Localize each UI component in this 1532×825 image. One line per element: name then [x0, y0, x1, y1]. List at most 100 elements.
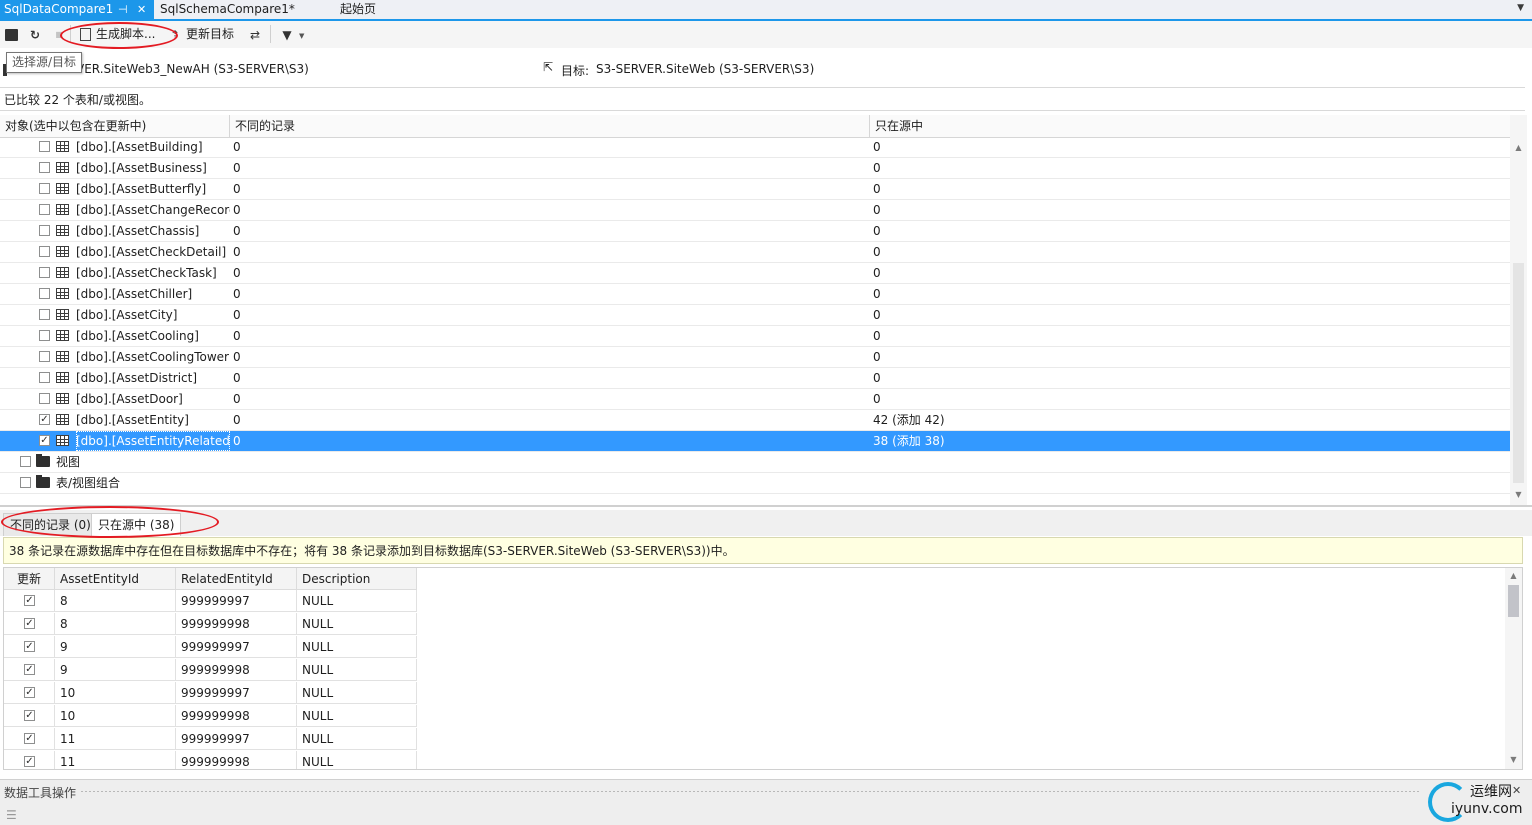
update-checkbox[interactable]: ✓ [24, 664, 35, 675]
update-checkbox[interactable]: ✓ [24, 641, 35, 652]
scroll-thumb[interactable] [1513, 263, 1524, 483]
include-checkbox[interactable] [20, 477, 31, 488]
table-icon [56, 225, 69, 236]
update-checkbox[interactable]: ✓ [24, 756, 35, 767]
refresh-button[interactable]: ↻ [28, 25, 42, 43]
object-row[interactable]: [dbo].[AssetCheckDetail] 0 0 [0, 242, 1510, 263]
assetentityid-cell: 10 [55, 705, 176, 727]
toolbar-separator [270, 25, 271, 43]
table-icon [56, 204, 69, 215]
scroll-down-icon[interactable]: ▼ [1505, 755, 1522, 764]
scroll-up-icon[interactable]: ▲ [1505, 571, 1522, 580]
include-checkbox[interactable] [39, 204, 50, 215]
record-row[interactable]: ✓ 11 999999997 NULL [4, 728, 417, 751]
object-row[interactable]: [dbo].[AssetCoolingTower] 0 0 [0, 347, 1510, 368]
source-target-bar: VER.SiteWeb3_NewAH (S3-SERVER\S3) ⇱ 目标: … [0, 58, 1532, 82]
include-checkbox[interactable]: ✓ [39, 414, 50, 425]
swap-icon: ⇄ [249, 27, 261, 42]
update-checkbox[interactable]: ✓ [24, 687, 35, 698]
source-database-name: VER.SiteWeb3_NewAH (S3-SERVER\S3) [76, 62, 309, 76]
update-checkbox[interactable]: ✓ [24, 618, 35, 629]
object-grid-scrollbar[interactable]: ▲ ▼ [1510, 115, 1527, 505]
record-row[interactable]: ✓ 9 999999998 NULL [4, 659, 417, 682]
different-records-count: 0 [233, 308, 241, 322]
chevron-down-icon[interactable]: ▼ [1517, 3, 1524, 13]
object-row[interactable]: [dbo].[AssetButterfly] 0 0 [0, 179, 1510, 200]
include-checkbox[interactable] [39, 141, 50, 152]
annotation-oval-result-tabs [1, 506, 219, 538]
table-icon [56, 414, 69, 425]
scroll-thumb[interactable] [1508, 585, 1519, 617]
relatedentityid-cell: 999999998 [176, 751, 297, 769]
filter-button[interactable]: ▼ ▼ [280, 25, 304, 43]
update-cell: ✓ [4, 682, 55, 704]
compare-toolbar: ↻ ■ 生成脚本... ⇡ 更新目标 ⇄ ▼ ▼ [0, 21, 1532, 48]
include-checkbox[interactable] [39, 267, 50, 278]
close-icon[interactable]: ✕ [1512, 784, 1521, 797]
tab-sqldatacompare1[interactable]: SqlDataCompare1 ⊣ ✕ [0, 0, 154, 19]
object-name: [dbo].[AssetDistrict] [76, 371, 198, 385]
column-header-update[interactable]: 更新 [4, 568, 55, 590]
object-row[interactable]: [dbo].[AssetChassis] 0 0 [0, 221, 1510, 242]
folder-icon [36, 454, 50, 467]
switch-source-target-button[interactable]: ⇄ [248, 25, 262, 43]
select-source-target-button[interactable] [5, 25, 18, 43]
object-row[interactable]: [dbo].[AssetBuilding] 0 0 [0, 137, 1510, 158]
object-row[interactable]: [dbo].[AssetCooling] 0 0 [0, 326, 1510, 347]
scroll-down-icon[interactable]: ▼ [1510, 490, 1527, 499]
object-row[interactable]: [dbo].[AssetCity] 0 0 [0, 305, 1510, 326]
column-header-different-records[interactable]: 不同的记录 [230, 115, 870, 137]
scroll-up-icon[interactable]: ▲ [1510, 143, 1527, 152]
update-checkbox[interactable]: ✓ [24, 710, 35, 721]
object-row[interactable]: [dbo].[AssetBusiness] 0 0 [0, 158, 1510, 179]
include-checkbox[interactable] [39, 162, 50, 173]
relatedentityid-cell: 999999997 [176, 682, 297, 704]
include-checkbox[interactable]: ✓ [39, 435, 50, 446]
splitter[interactable] [0, 505, 1532, 507]
column-header-object[interactable]: 对象(选中以包含在更新中) [0, 115, 230, 137]
close-icon[interactable]: ✕ [137, 0, 146, 19]
column-header-assetentityid[interactable]: AssetEntityId [55, 568, 176, 590]
include-checkbox[interactable] [39, 309, 50, 320]
object-name: [dbo].[AssetEntity] [76, 413, 189, 427]
assetentityid-cell: 9 [55, 659, 176, 681]
table-icon [56, 372, 69, 383]
record-row[interactable]: ✓ 11 999999998 NULL [4, 751, 417, 769]
include-checkbox[interactable] [39, 330, 50, 341]
description-cell: NULL [297, 705, 417, 727]
different-records-count: 0 [233, 329, 241, 343]
list-icon[interactable]: ☰ [6, 808, 17, 822]
include-checkbox[interactable] [39, 225, 50, 236]
object-row[interactable]: [dbo].[AssetDoor] 0 0 [0, 389, 1510, 410]
different-records-count: 0 [233, 434, 241, 448]
include-checkbox[interactable] [39, 372, 50, 383]
column-header-relatedentityid[interactable]: RelatedEntityId [176, 568, 297, 590]
record-grid-scrollbar[interactable]: ▲ ▼ [1505, 568, 1522, 769]
record-row[interactable]: ✓ 10 999999998 NULL [4, 705, 417, 728]
object-row[interactable]: ✓ [dbo].[AssetEntityRelatedT 0 38 (添加 38) [0, 431, 1510, 452]
record-row[interactable]: ✓ 8 999999998 NULL [4, 613, 417, 636]
include-checkbox[interactable] [39, 351, 50, 362]
record-row[interactable]: ✓ 8 999999997 NULL [4, 590, 417, 613]
tab-sqlschemacompare1[interactable]: SqlSchemaCompare1* [156, 0, 295, 19]
update-checkbox[interactable]: ✓ [24, 733, 35, 744]
object-row[interactable]: [dbo].[AssetChiller] 0 0 [0, 284, 1510, 305]
object-row[interactable]: ✓ [dbo].[AssetEntity] 0 42 (添加 42) [0, 410, 1510, 431]
object-row[interactable]: [dbo].[AssetCheckTask] 0 0 [0, 263, 1510, 284]
record-row[interactable]: ✓ 10 999999997 NULL [4, 682, 417, 705]
include-checkbox[interactable] [39, 183, 50, 194]
update-checkbox[interactable]: ✓ [24, 595, 35, 606]
object-group-row[interactable]: 视图 [0, 452, 1510, 473]
tab-start-page[interactable]: 起始页 [336, 0, 376, 19]
include-checkbox[interactable] [39, 288, 50, 299]
object-row[interactable]: [dbo].[AssetDistrict] 0 0 [0, 368, 1510, 389]
include-checkbox[interactable] [39, 246, 50, 257]
record-row[interactable]: ✓ 9 999999997 NULL [4, 636, 417, 659]
column-header-only-in-source[interactable]: 只在源中 [870, 115, 1510, 137]
object-row[interactable]: [dbo].[AssetChangeRecord 0 0 [0, 200, 1510, 221]
include-checkbox[interactable] [39, 393, 50, 404]
pin-icon[interactable]: ⊣ [118, 0, 128, 19]
include-checkbox[interactable] [20, 456, 31, 467]
object-group-row[interactable]: 表/视图组合 [0, 473, 1510, 494]
column-header-description[interactable]: Description [297, 568, 417, 590]
